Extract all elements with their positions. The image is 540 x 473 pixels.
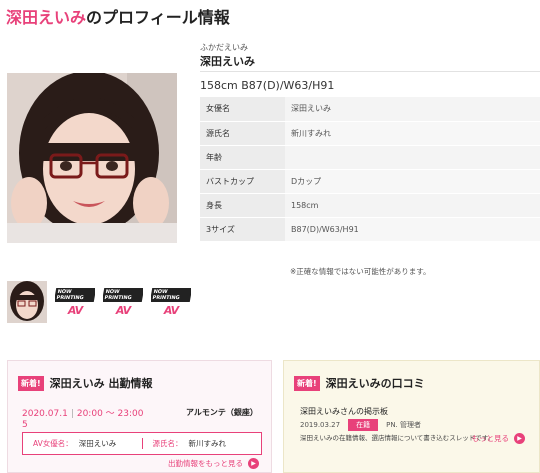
row-value: B87(D)/W63/H91 bbox=[285, 217, 540, 242]
board-meta: 2019.03.27 在籍 PN. 管理者 bbox=[300, 419, 421, 431]
schedule-venue[interactable]: アルモンテ（銀座） bbox=[186, 407, 258, 418]
profile-table: 女優名 深田えいみ 源氏名 新川すみれ 年齢 バストカップ Dカップ 身長 15… bbox=[200, 97, 540, 242]
board-author: PN. 管理者 bbox=[386, 421, 422, 429]
row-value: 新川すみれ bbox=[285, 121, 540, 146]
schedule-more-label: 出勤情報をもっと見る bbox=[168, 459, 243, 468]
board-tag: 在籍 bbox=[348, 419, 379, 431]
row-label: 年齢 bbox=[200, 145, 285, 170]
thumbnail-image bbox=[7, 281, 47, 323]
name-furigana: ふかだえいみ bbox=[200, 43, 248, 52]
schedule-card: 新着! 深田えいみ 出勤情報 2020.07.1 | 20:00 〜 23:00 5… bbox=[7, 360, 272, 473]
row-value: 158cm bbox=[285, 193, 540, 218]
profile-name: 深田えいみ bbox=[200, 55, 255, 68]
thumbnail-strip: NOW PRINTING AV NOW PRINTING AV NOW PRIN… bbox=[7, 281, 191, 323]
reviews-title: 深田えいみの口コミ bbox=[325, 377, 425, 390]
row-label: 身長 bbox=[200, 193, 285, 218]
new-badge: 新着! bbox=[18, 375, 44, 391]
schedule-more-link[interactable]: 出勤情報をもっと見る ▶ bbox=[168, 458, 259, 469]
row-label: 源氏名 bbox=[200, 121, 285, 146]
row-label: 3サイズ bbox=[200, 217, 285, 242]
measurements: 158cm B87(D)/W63/H91 bbox=[200, 79, 335, 92]
stage-name-label: 源氏名： bbox=[152, 439, 183, 448]
table-row: 女優名 深田えいみ bbox=[200, 97, 540, 122]
reviews-more-label: もっと見る bbox=[471, 434, 510, 443]
disclaimer-note: ※正確な情報ではない可能性があります。 bbox=[290, 267, 431, 276]
board-description: 深田えいみの在籍情報、選店情報について書き込むスレッドです。 bbox=[300, 434, 495, 442]
schedule-time: 20:00 〜 23:00 bbox=[76, 409, 144, 419]
row-value: Dカップ bbox=[285, 169, 540, 194]
row-label: 女優名 bbox=[200, 97, 285, 122]
actress-label: AV女優名： bbox=[33, 439, 73, 448]
actress-name-box: AV女優名： 深田えいみ 源氏名： 新川すみれ bbox=[22, 432, 262, 455]
table-row: 年齢 bbox=[200, 145, 540, 170]
av-logo: AV bbox=[163, 303, 179, 317]
table-row: 身長 158cm bbox=[200, 193, 540, 218]
now-printing-thumb[interactable]: NOW PRINTING AV bbox=[103, 281, 143, 323]
separator: | bbox=[70, 409, 74, 419]
stage-name-cell: 源氏名： 新川すみれ bbox=[141, 438, 262, 449]
divider bbox=[200, 71, 540, 72]
now-printing-label: NOW PRINTING bbox=[151, 287, 191, 302]
schedule-title: 深田えいみ 出勤情報 bbox=[49, 377, 153, 390]
now-printing-label: NOW PRINTING bbox=[55, 287, 95, 302]
table-row: 源氏名 新川すみれ bbox=[200, 121, 540, 146]
thumbnail-photo[interactable] bbox=[7, 281, 47, 323]
table-row: 3サイズ B87(D)/W63/H91 bbox=[200, 217, 540, 242]
reviews-more-link[interactable]: もっと見る ▶ bbox=[471, 433, 525, 444]
actress-cell: AV女優名： 深田えいみ bbox=[23, 438, 142, 449]
av-logo: AV bbox=[115, 303, 131, 317]
schedule-date: 2020.07.1 bbox=[22, 409, 68, 419]
row-value bbox=[285, 145, 540, 170]
profile-photo[interactable] bbox=[7, 73, 177, 243]
board-title[interactable]: 深田えいみさんの掲示板 bbox=[300, 406, 388, 417]
reviews-header: 新着! 深田えいみの口コミ bbox=[294, 375, 425, 391]
new-badge: 新着! bbox=[294, 375, 320, 391]
reviews-card: 新着! 深田えいみの口コミ 深田えいみさんの掲示板 2019.03.27 在籍 … bbox=[283, 360, 540, 473]
stage-name-value: 新川すみれ bbox=[188, 439, 227, 448]
schedule-datetime: 2020.07.1 | 20:00 〜 23:00 bbox=[22, 406, 143, 419]
schedule-date-overflow: 5 bbox=[22, 420, 28, 430]
row-label: バストカップ bbox=[200, 169, 285, 194]
now-printing-thumb[interactable]: NOW PRINTING AV bbox=[55, 281, 95, 323]
av-logo: AV bbox=[67, 303, 83, 317]
page-title-name: 深田えいみ bbox=[6, 8, 87, 27]
page-title: 深田えいみのプロフィール情報 bbox=[6, 4, 230, 27]
now-printing-thumb[interactable]: NOW PRINTING AV bbox=[151, 281, 191, 323]
row-value: 深田えいみ bbox=[285, 97, 540, 122]
now-printing-label: NOW PRINTING bbox=[103, 287, 143, 302]
profile-photo-image bbox=[7, 73, 177, 243]
table-row: バストカップ Dカップ bbox=[200, 169, 540, 194]
page-title-suffix: のプロフィール情報 bbox=[86, 8, 230, 27]
schedule-header: 新着! 深田えいみ 出勤情報 bbox=[18, 375, 153, 391]
chevron-right-icon: ▶ bbox=[248, 458, 259, 469]
actress-value: 深田えいみ bbox=[78, 439, 117, 448]
chevron-right-icon: ▶ bbox=[514, 433, 525, 444]
board-date: 2019.03.27 bbox=[300, 421, 341, 429]
